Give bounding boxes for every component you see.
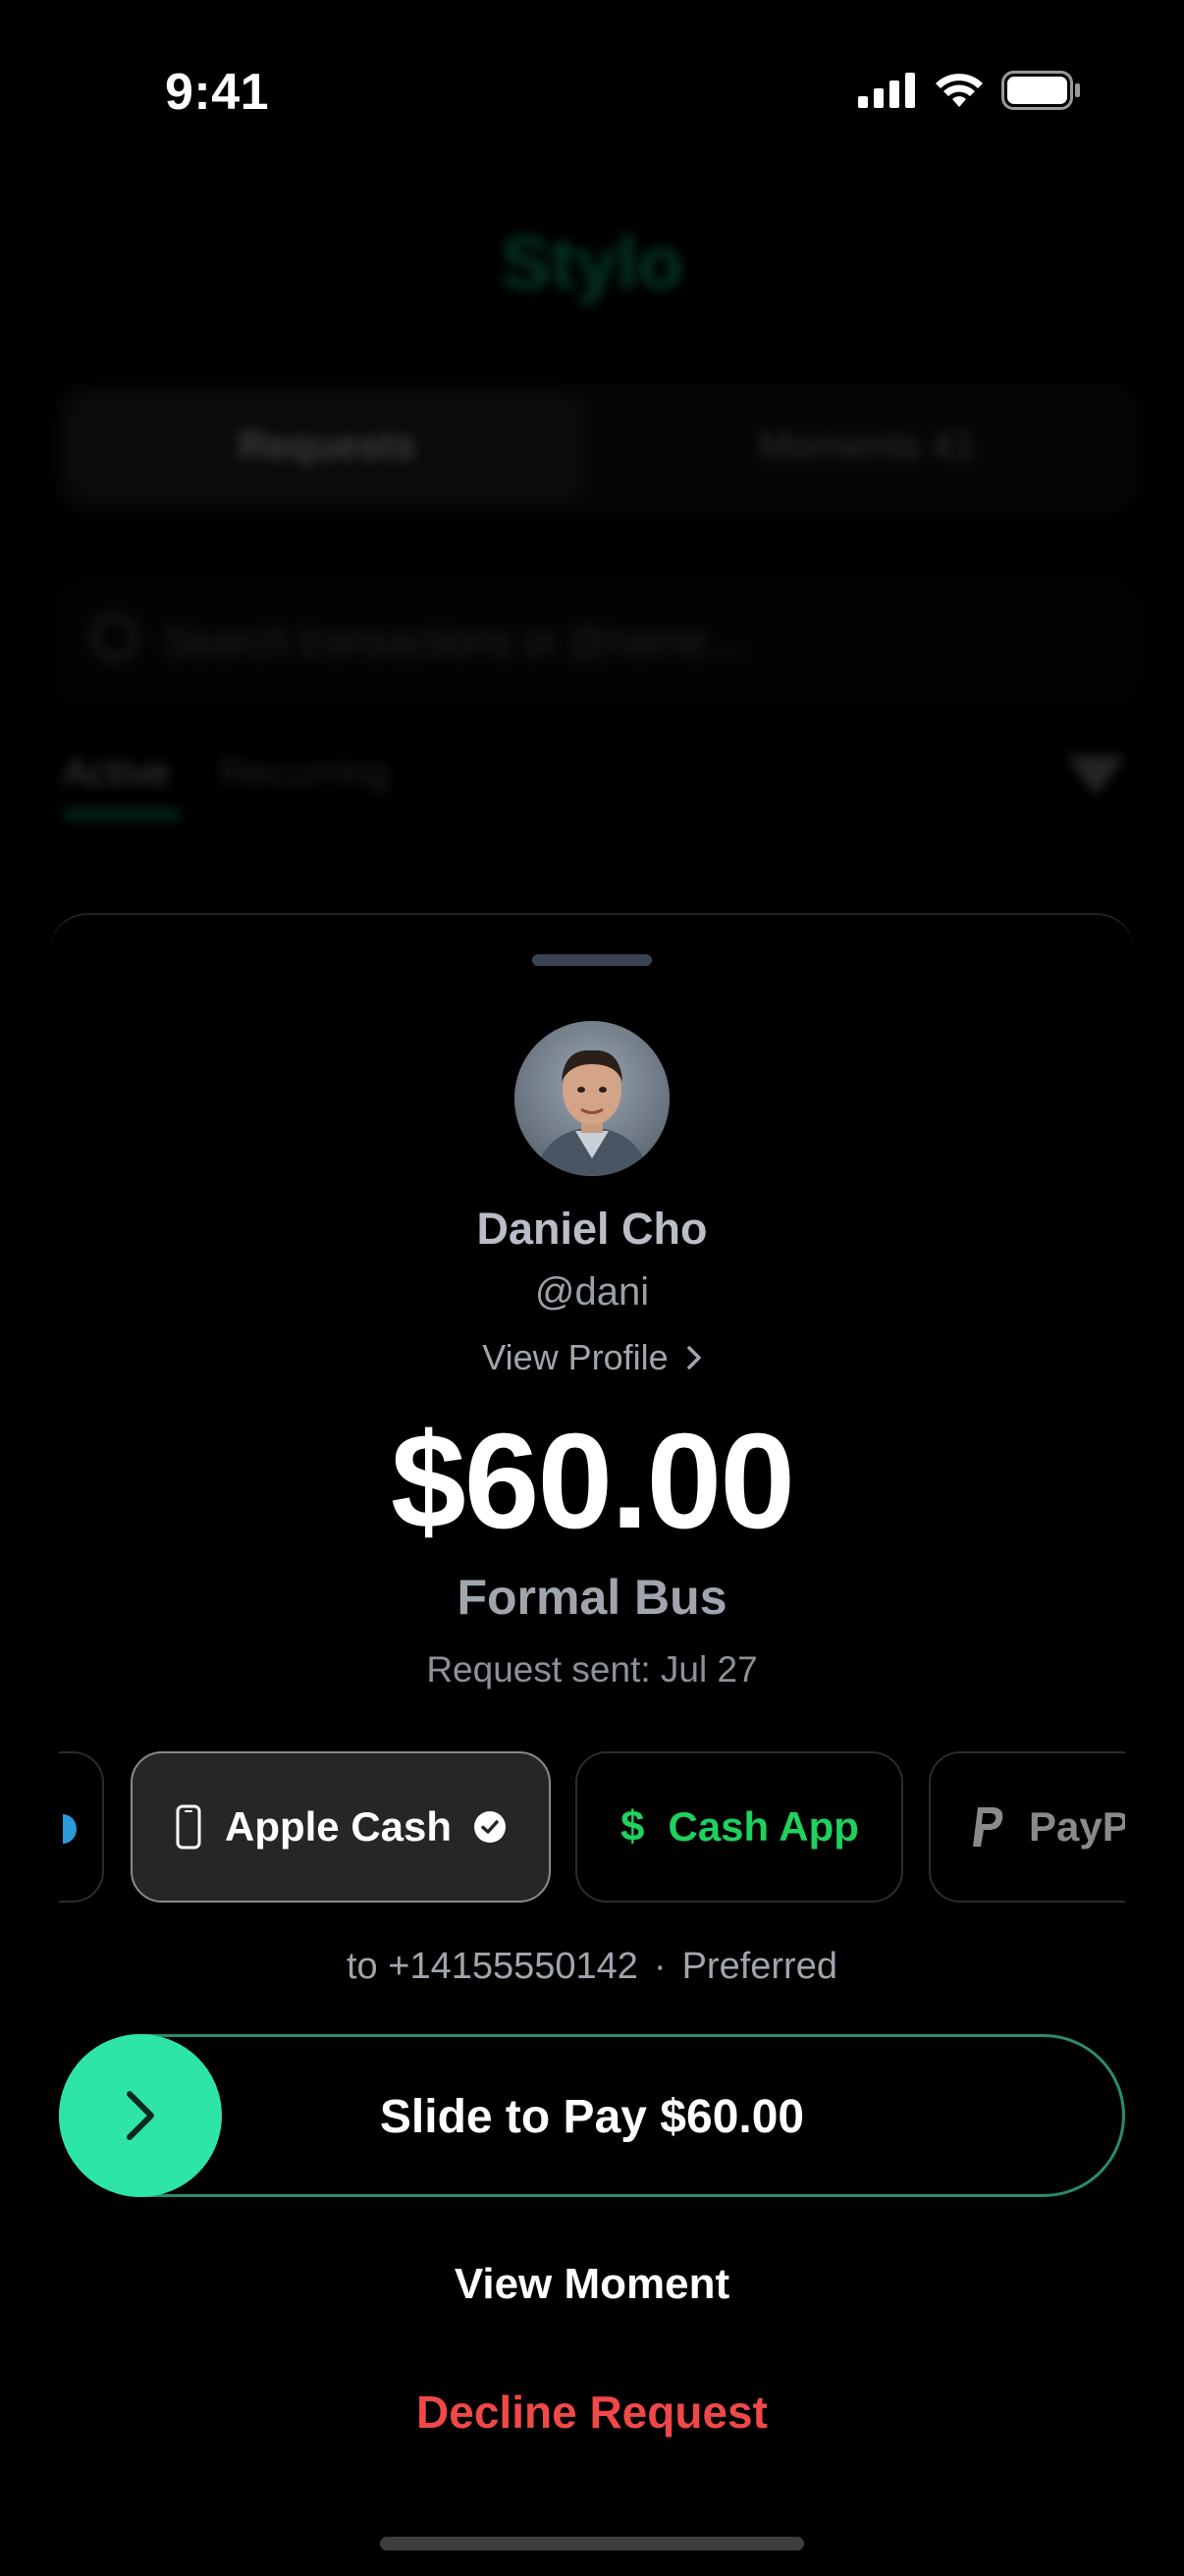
slider-label: Slide to Pay $60.00 [379, 2091, 805, 2143]
filter-tabs: Active Recurring [63, 751, 389, 795]
payment-method-apple-cash[interactable]: Apple Cash [131, 1751, 551, 1903]
avatar-photo [514, 1021, 670, 1176]
sheet-grabber[interactable] [532, 954, 652, 966]
segment-requests: Requests [238, 424, 416, 467]
avatar[interactable] [514, 1021, 670, 1176]
search-icon [92, 615, 137, 660]
destination-tag: Preferred [681, 1946, 837, 1987]
view-profile-label: View Profile [482, 1337, 669, 1377]
payment-method-previous[interactable] [59, 1751, 104, 1903]
destination-separator: · [653, 1946, 667, 1987]
chevron-right-icon [686, 1346, 701, 1369]
paypal-icon [973, 1807, 1003, 1847]
slide-to-pay[interactable]: Slide to Pay $60.00 [59, 2034, 1125, 2197]
view-profile-link[interactable]: View Profile [0, 1337, 1184, 1378]
dollar-icon: $ [620, 1802, 645, 1851]
requester-handle: @dani [534, 1270, 650, 1314]
background-app: Stylo Requests Moments 41 Search transac… [0, 0, 1184, 923]
payment-method-paypal[interactable]: PayP [929, 1751, 1125, 1903]
request-memo: Formal Bus [457, 1570, 727, 1625]
request-sent-date: Request sent: Jul 27 [426, 1649, 758, 1690]
phone-icon [176, 1804, 201, 1850]
destination-number: to +14155550142 [347, 1946, 638, 1987]
method-label: PayP [1029, 1803, 1125, 1850]
segmented-control: Requests Moments 41 [55, 383, 1139, 514]
requester-name: Daniel Cho [476, 1204, 708, 1254]
search-bar: Search transactions or @name… [55, 581, 1139, 703]
search-placeholder: Search transactions or @name… [165, 620, 746, 664]
method-label: Cash App [668, 1803, 859, 1850]
payment-destination: to +14155550142 · Preferred [0, 1946, 1184, 1988]
filter-icon [1066, 756, 1125, 795]
payment-method-carousel[interactable]: Apple Cash $ Cash App PayP [59, 1751, 1125, 1906]
tab-recurring: Recurring [218, 751, 390, 794]
method-icon-partial [63, 1814, 77, 1844]
decline-request-button[interactable]: Decline Request [0, 2386, 1184, 2439]
tab-underline [63, 810, 181, 818]
request-amount: $60.00 [390, 1406, 795, 1557]
app-logo: Stylo [501, 222, 683, 305]
segment-moments: Moments 41 [758, 424, 976, 467]
method-label: Apple Cash [225, 1803, 453, 1850]
home-indicator[interactable] [380, 2537, 804, 2550]
view-moment-button[interactable]: View Moment [0, 2260, 1184, 2309]
payment-method-cash-app[interactable]: $ Cash App [575, 1751, 903, 1903]
checkmark-circle-icon [474, 1811, 507, 1843]
tab-active: Active [63, 751, 170, 794]
